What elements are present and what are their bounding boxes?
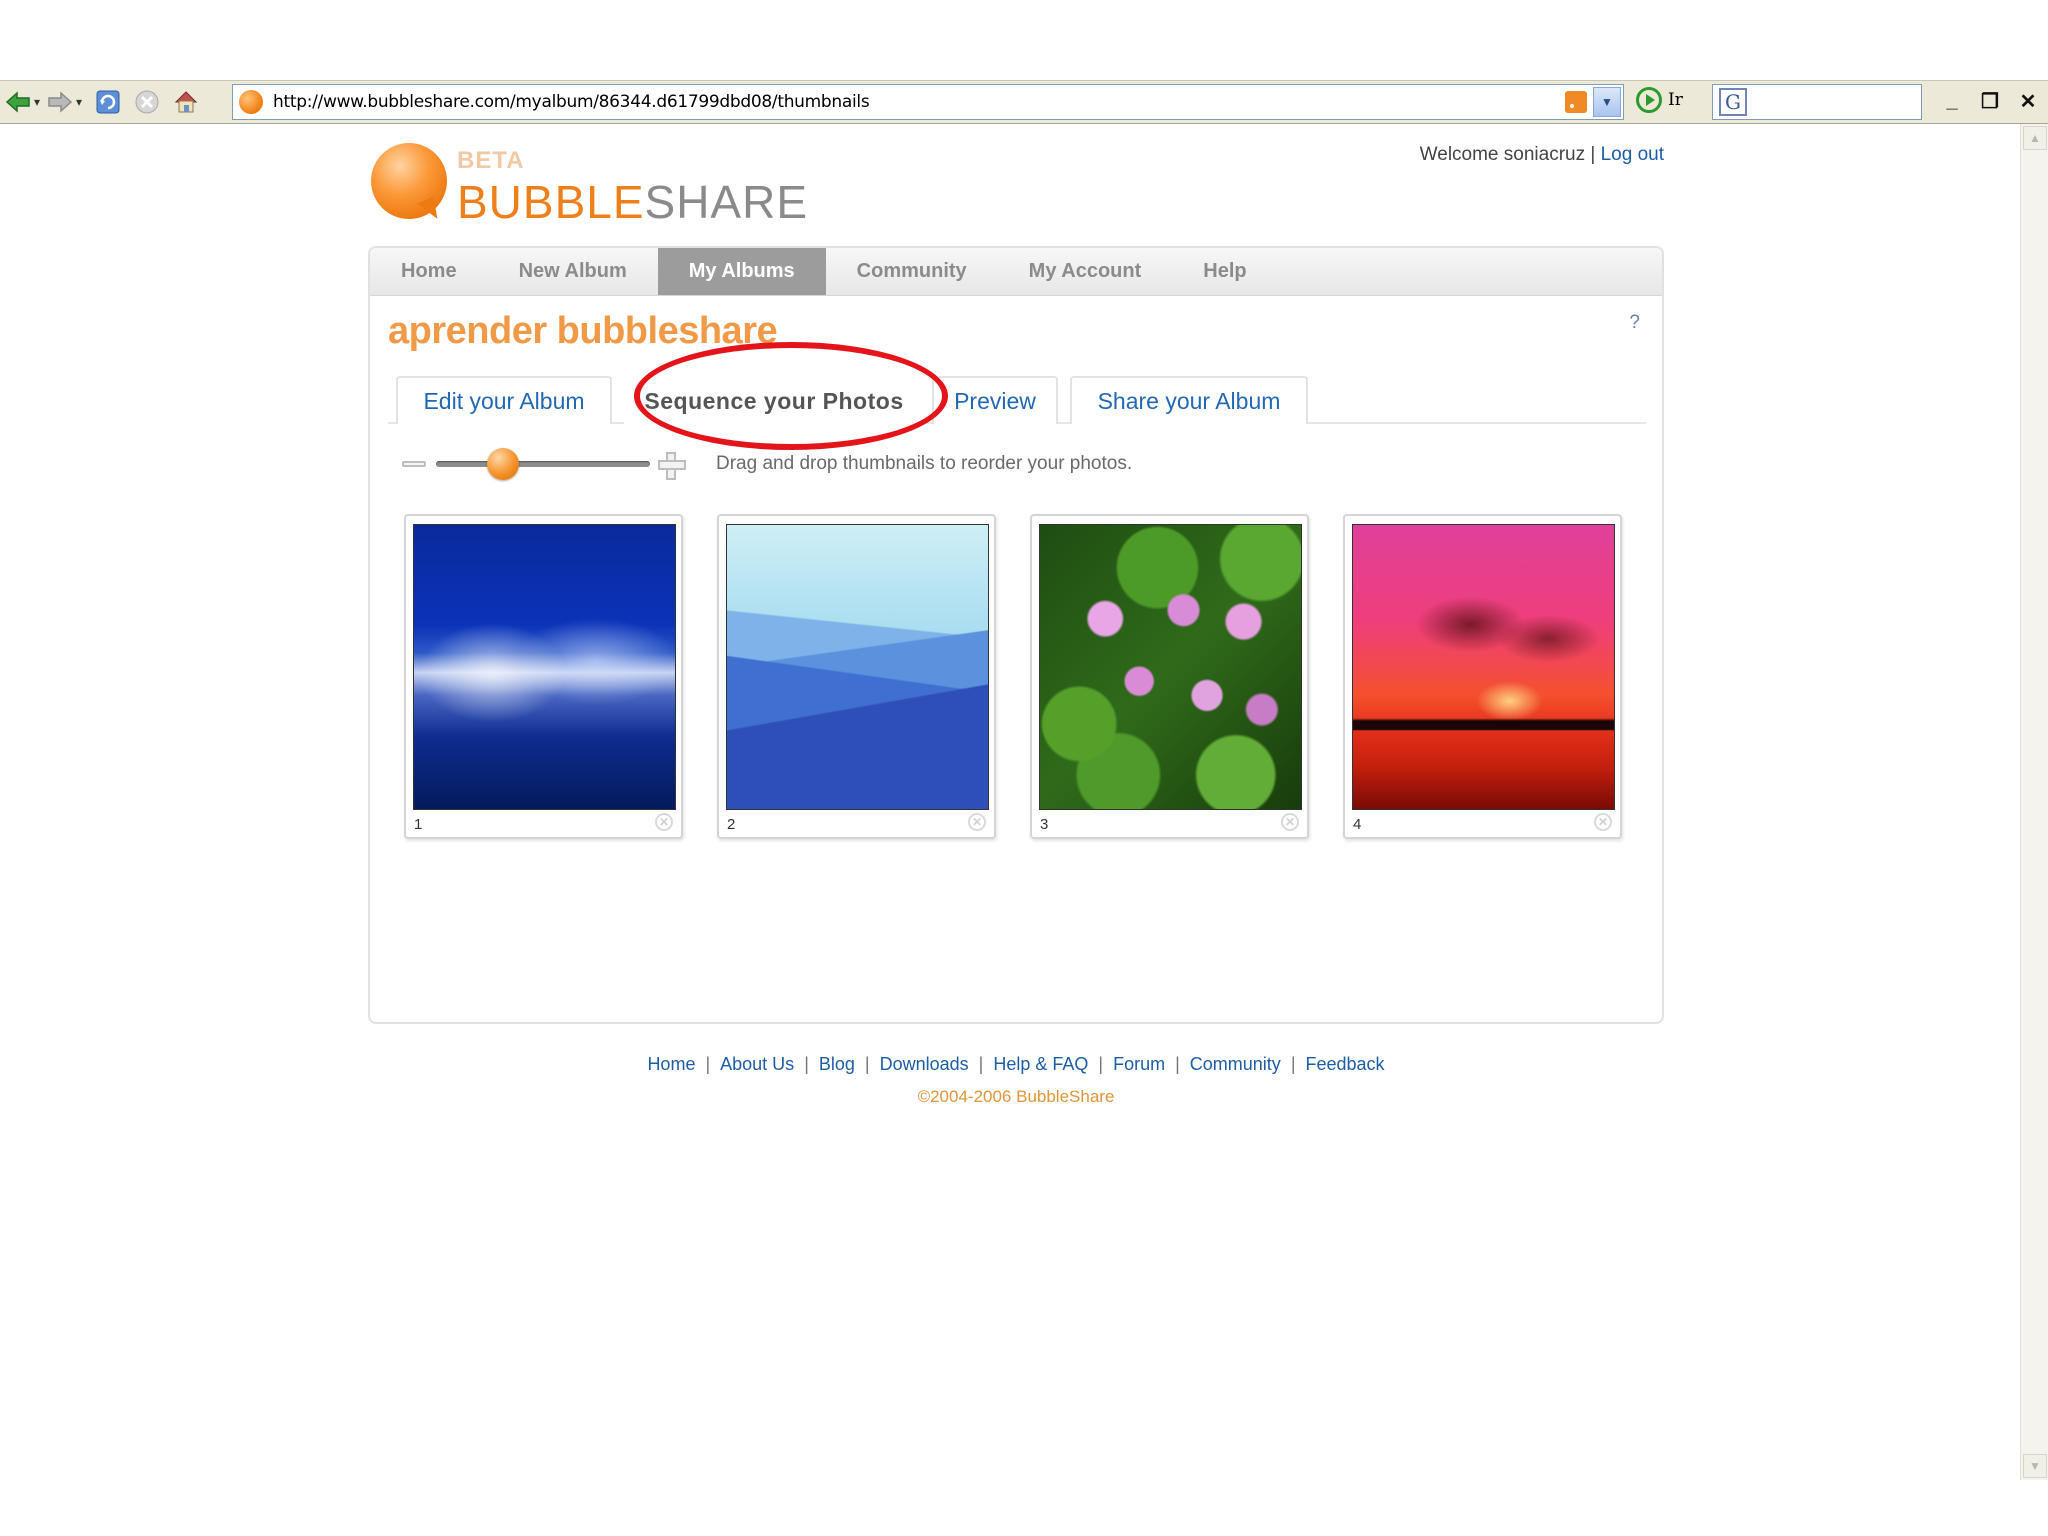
forward-button[interactable] (46, 84, 74, 120)
minimize-button[interactable]: _ (1942, 90, 1962, 113)
logout-link[interactable]: Log out (1601, 144, 1664, 165)
forward-dropdown-icon[interactable]: ▾ (76, 95, 82, 109)
back-button[interactable] (4, 84, 32, 120)
delete-photo-icon[interactable]: ✕ (1594, 813, 1612, 831)
back-icon (5, 91, 30, 113)
album-title: aprender bubbleshare (388, 310, 778, 352)
home-button[interactable] (172, 84, 200, 120)
address-dropdown-icon[interactable]: ▼ (1593, 87, 1621, 117)
forward-icon (48, 91, 73, 113)
copyright-text: ©2004-2006 BubbleShare (917, 1087, 1115, 1106)
photo-thumbnail[interactable]: 2 ✕ (717, 514, 996, 839)
help-question-link[interactable]: ? (1629, 312, 1640, 334)
delete-photo-icon[interactable]: ✕ (1281, 813, 1299, 831)
url-text[interactable]: http://www.bubbleshare.com/myalbum/86344… (273, 92, 870, 112)
reorder-hint: Drag and drop thumbnails to reorder your… (716, 453, 1133, 474)
logo-beta-label: BETA (457, 147, 525, 174)
photo-number: 3 (1040, 816, 1049, 833)
go-label: Ir (1668, 90, 1683, 110)
home-icon (174, 91, 198, 113)
footer-link-blog[interactable]: Blog (819, 1054, 855, 1074)
go-button[interactable]: Ir (1636, 87, 1683, 113)
footer-link-community[interactable]: Community (1190, 1054, 1281, 1074)
welcome-text: Welcome soniacruz | (1419, 144, 1596, 165)
footer-separator: | (1098, 1054, 1104, 1074)
vertical-scrollbar[interactable]: ▲ ▼ (2020, 124, 2048, 1480)
photo-thumbnail[interactable]: 4 ✕ (1343, 514, 1622, 839)
google-search-icon[interactable]: G (1719, 88, 1747, 116)
nav-community[interactable]: Community (826, 248, 998, 295)
photo-thumbnail[interactable]: 1 ✕ (404, 514, 683, 839)
zoom-out-icon[interactable] (402, 461, 426, 467)
speech-bubble-logo-icon (371, 143, 447, 224)
refresh-icon (96, 90, 120, 114)
album-panel: Home New Album My Albums Community My Ac… (368, 246, 1664, 1024)
restore-button[interactable]: ❐ (1980, 89, 2000, 114)
scroll-up-button[interactable]: ▲ (2023, 126, 2047, 150)
stop-icon (135, 90, 159, 114)
back-dropdown-icon[interactable]: ▾ (34, 95, 40, 109)
photo-image (726, 524, 989, 810)
rss-icon[interactable] (1565, 91, 1587, 113)
logo-wordmark: BETA BUBBLESHARE (457, 141, 807, 228)
delete-photo-icon[interactable]: ✕ (655, 813, 673, 831)
address-bar[interactable]: http://www.bubbleshare.com/myalbum/86344… (232, 84, 1624, 120)
photo-image (1039, 524, 1302, 810)
footer-link-about[interactable]: About Us (720, 1054, 794, 1074)
close-button[interactable]: ✕ (2018, 89, 2038, 114)
main-nav: Home New Album My Albums Community My Ac… (370, 248, 1662, 296)
delete-photo-icon[interactable]: ✕ (968, 813, 986, 831)
logo-word: BUBBLESHARE (457, 176, 809, 228)
tab-sequence-photos[interactable]: Sequence your Photos (624, 376, 924, 424)
stop-button[interactable] (134, 84, 160, 120)
tab-share-album[interactable]: Share your Album (1070, 376, 1308, 424)
nav-new-album[interactable]: New Album (488, 248, 658, 295)
browser-toolbar: ▾ ▾ http://www.bubbleshare.com/myalbum/8… (0, 80, 2048, 124)
scroll-down-button[interactable]: ▼ (2023, 1454, 2047, 1478)
zoom-slider[interactable] (436, 448, 650, 480)
page-content: BETA BUBBLESHARE Welcome soniacruz | Log… (368, 124, 1664, 1024)
site-header: BETA BUBBLESHARE Welcome soniacruz | Log… (368, 124, 1664, 246)
photo-thumbnails: 1 ✕ 2 ✕ 3 ✕ 4 ✕ (404, 514, 1622, 839)
footer-link-help-faq[interactable]: Help & FAQ (993, 1054, 1088, 1074)
photo-number: 2 (727, 816, 736, 833)
thumbnail-zoom-control: Drag and drop thumbnails to reorder your… (402, 444, 1132, 484)
photo-thumbnail[interactable]: 3 ✕ (1030, 514, 1309, 839)
zoom-in-icon[interactable] (658, 452, 686, 480)
nav-help[interactable]: Help (1172, 248, 1277, 295)
photo-image (413, 524, 676, 810)
favicon-icon (239, 90, 263, 114)
nav-home[interactable]: Home (370, 248, 488, 295)
album-tabs: Edit your Album Sequence your Photos Pre… (388, 376, 1646, 424)
footer-separator: | (1175, 1054, 1180, 1074)
footer-separator: | (705, 1054, 711, 1074)
nav-my-albums[interactable]: My Albums (657, 248, 826, 295)
refresh-button[interactable] (94, 84, 122, 120)
footer-link-feedback[interactable]: Feedback (1306, 1054, 1385, 1074)
go-icon (1636, 87, 1662, 113)
footer-link-forum[interactable]: Forum (1113, 1054, 1165, 1074)
tab-edit-album[interactable]: Edit your Album (396, 376, 612, 424)
site-footer: Home | About Us | Blog | Downloads | Help & FAQ |… (368, 1054, 1664, 1107)
photo-image (1352, 524, 1615, 810)
tab-preview[interactable]: Preview (932, 376, 1058, 424)
footer-links: Home | About Us | Blog | Downloads | Help & FAQ |… (368, 1054, 1664, 1075)
bubbleshare-logo[interactable]: BETA BUBBLESHARE (371, 141, 807, 228)
footer-separator: | (864, 1054, 870, 1074)
footer-link-home[interactable]: Home (647, 1054, 695, 1074)
window-controls: _ ❐ ✕ (1942, 89, 2038, 114)
zoom-slider-handle[interactable] (487, 448, 519, 480)
footer-link-downloads[interactable]: Downloads (880, 1054, 969, 1074)
welcome-message: Welcome soniacruz | Log out (1420, 144, 1664, 166)
footer-separator: | (804, 1054, 809, 1074)
footer-separator: | (978, 1054, 984, 1074)
search-input[interactable]: G (1712, 84, 1922, 120)
photo-number: 1 (414, 816, 423, 833)
photo-number: 4 (1353, 816, 1362, 833)
nav-my-account[interactable]: My Account (998, 248, 1173, 295)
footer-separator: | (1290, 1054, 1296, 1074)
